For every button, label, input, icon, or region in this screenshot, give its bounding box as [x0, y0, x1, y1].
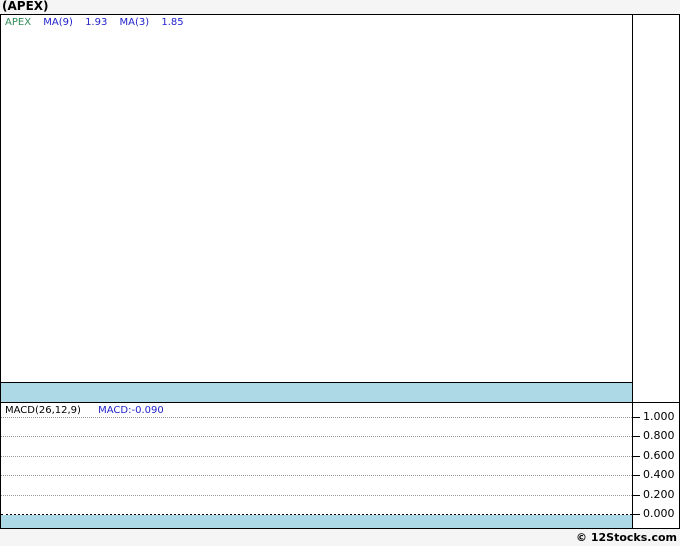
right-axis-line — [632, 15, 633, 528]
gridline-0600 — [1, 456, 632, 457]
axis-tick-label: 0.000 — [643, 507, 675, 520]
attribution-watermark: © 12Stocks.com — [576, 531, 677, 544]
price-panel-legend: APEX MA(9) 1.93 MA(3) 1.85 — [5, 17, 193, 29]
ma9-label: MA(9) — [43, 17, 73, 28]
axis-tick — [633, 456, 640, 457]
page-title: (APEX) — [2, 0, 49, 13]
price-panel-bottom-band — [1, 383, 632, 402]
axis-tick — [633, 495, 640, 496]
axis-tick — [633, 417, 640, 418]
axis-tick — [633, 514, 640, 515]
ma3-label: MA(3) — [119, 17, 150, 28]
axis-tick-label: 0.600 — [643, 449, 675, 462]
macd-panel-top-border — [1, 402, 679, 403]
macd-panel-bottom-band — [1, 515, 632, 528]
gridline-1000 — [1, 417, 632, 418]
macd-panel-legend: MACD(26,12,9) MACD:-0.090 — [5, 405, 178, 417]
chart-widget: APEX MA(9) 1.93 MA(3) 1.85 MACD(26,12,9)… — [0, 14, 680, 529]
stock-chart-page: (APEX) APEX MA(9) 1.93 MA(3) 1.85 MACD(2… — [0, 0, 680, 546]
ma3-value: 1.85 — [161, 17, 184, 28]
macd-label: MACD(26,12,9) — [5, 405, 81, 416]
axis-tick-label: 1.000 — [643, 410, 675, 423]
gridline-0400 — [1, 475, 632, 476]
gridline-0200 — [1, 495, 632, 496]
axis-tick-label: 0.800 — [643, 429, 675, 442]
gridline-0800 — [1, 436, 632, 437]
ticker-symbol: APEX — [5, 17, 32, 28]
macd-value: MACD:-0.090 — [98, 405, 164, 416]
ma9-value: 1.93 — [85, 17, 108, 28]
axis-tick-label: 0.200 — [643, 488, 675, 501]
axis-tick — [633, 436, 640, 437]
axis-tick — [633, 475, 640, 476]
axis-tick-label: 0.400 — [643, 468, 675, 481]
